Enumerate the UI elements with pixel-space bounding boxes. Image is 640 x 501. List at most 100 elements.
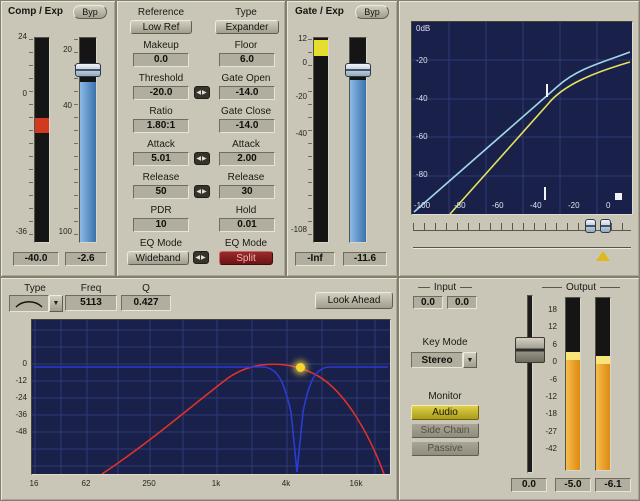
key-mode-dropdown[interactable]: Stereo ▼: [411, 352, 477, 368]
key-mode-label: Key Mode: [409, 337, 481, 348]
q-label: Q: [121, 283, 171, 294]
gate-close-label: Gate Close: [214, 106, 278, 117]
gate-scale-label: -108: [287, 225, 307, 234]
monitor-audio-button[interactable]: Audio: [411, 405, 479, 420]
output-meter-readout-right[interactable]: -6.1: [595, 478, 631, 492]
output-meter-readout-left[interactable]: -5.0: [555, 478, 591, 492]
comp-scale-label: 20: [52, 45, 72, 54]
filter-type-dropdown[interactable]: ▼: [9, 295, 63, 312]
freq-label: Freq: [65, 283, 117, 294]
gate-close-value[interactable]: -14.0: [219, 119, 275, 133]
input-value-left[interactable]: 0.0: [413, 296, 443, 309]
gate-readout-left[interactable]: -Inf: [295, 252, 335, 266]
pdr-value[interactable]: 10: [133, 218, 189, 232]
threshold-marker-top: [546, 84, 548, 97]
marker-slider-handle[interactable]: [596, 251, 610, 261]
eq-y-label: -24: [5, 393, 27, 402]
ratio-value[interactable]: 1.80:1: [133, 119, 189, 133]
reference-button[interactable]: Low Ref: [130, 20, 192, 34]
comp-scale-label: 0: [7, 89, 27, 98]
gate-release-value[interactable]: 30: [219, 185, 275, 199]
eq-y-label: -36: [5, 410, 27, 419]
range-slider-track: [413, 223, 631, 231]
comp-release-value[interactable]: 50: [133, 185, 189, 199]
comp-slider-handle[interactable]: [75, 63, 101, 77]
transfer-curve-panel: 0dB -20 -40 -60 -80 -100 -80 -60 -40 -20…: [398, 0, 640, 277]
chevron-down-icon[interactable]: ▼: [463, 352, 477, 368]
output-scale-label: 12: [539, 322, 557, 331]
key-mode-value: Stereo: [411, 352, 463, 368]
divider: [418, 287, 430, 288]
eq-mode-link-spinner-icon[interactable]: ◀▶: [193, 251, 209, 264]
transfer-y-label: -60: [416, 132, 428, 141]
transfer-y-label: -20: [416, 56, 428, 65]
output-fader-handle[interactable]: [515, 337, 545, 363]
input-label: Input: [434, 282, 456, 293]
level-marker-square: [615, 193, 622, 200]
output-fader-track: [527, 295, 533, 473]
makeup-value[interactable]: 0.0: [133, 53, 189, 67]
eq-mode-right-label: EQ Mode: [214, 238, 278, 249]
comp-attack-label: Attack: [129, 139, 193, 150]
comp-readout-left[interactable]: -40.0: [13, 252, 59, 266]
gate-panel-title: Gate / Exp: [295, 6, 344, 17]
gate-open-value[interactable]: -14.0: [219, 86, 275, 100]
eq-x-label: 62: [76, 479, 96, 488]
attack-link-spinner-icon[interactable]: ◀▶: [194, 152, 210, 165]
gate-slider-handle[interactable]: [345, 63, 371, 77]
divider: [600, 287, 620, 288]
comp-attack-value[interactable]: 5.01: [133, 152, 189, 166]
gate-attack-value[interactable]: 2.00: [219, 152, 275, 166]
output-scale-label: -27: [539, 427, 557, 436]
transfer-x-label: -20: [568, 201, 580, 210]
eq-curves-svg: [32, 320, 390, 474]
input-value-right[interactable]: 0.0: [447, 296, 477, 309]
eq-mode-split-button[interactable]: Split: [219, 251, 273, 265]
monitor-passive-button[interactable]: Passive: [411, 441, 479, 456]
comp-readout-right[interactable]: -2.6: [65, 252, 107, 266]
eq-x-label: 250: [136, 479, 162, 488]
floor-value[interactable]: 6.0: [219, 53, 275, 67]
comp-level-meter: [34, 37, 50, 243]
plugin-window: Comp / Exp Byp 24 0 -36 20 40 100 -40.0 …: [0, 0, 640, 501]
comp-release-label: Release: [129, 172, 193, 183]
output-meter-fill: [566, 360, 580, 470]
type-label: Type: [214, 7, 278, 18]
release-link-spinner-icon[interactable]: ◀▶: [194, 185, 210, 198]
eq-mode-wideband-button[interactable]: Wideband: [127, 251, 189, 265]
freq-value[interactable]: 5113: [65, 295, 117, 311]
range-slider-handle-right[interactable]: [600, 219, 611, 233]
divider: [460, 287, 472, 288]
threshold-value[interactable]: -20.0: [133, 86, 189, 100]
threshold-label: Threshold: [129, 73, 193, 84]
output-gain-readout[interactable]: 0.0: [511, 478, 547, 492]
eq-frequency-handle[interactable]: [296, 363, 305, 372]
eq-mode-left-label: EQ Mode: [129, 238, 193, 249]
chevron-down-icon[interactable]: ▼: [49, 295, 63, 312]
gate-scale-label: -20: [287, 92, 307, 101]
floor-label: Floor: [214, 40, 278, 51]
look-ahead-button[interactable]: Look Ahead: [315, 292, 393, 309]
type-button[interactable]: Expander: [215, 20, 279, 34]
input-group-header: Input: [405, 282, 485, 293]
marker-slider-track: [413, 247, 631, 249]
comp-scale-label: -36: [7, 227, 27, 236]
hold-label: Hold: [214, 205, 278, 216]
hold-value[interactable]: 0.01: [219, 218, 275, 232]
transfer-curve-svg: [412, 22, 632, 214]
transfer-x-label: -80: [454, 201, 466, 210]
comp-scale-label: 40: [52, 101, 72, 110]
q-value[interactable]: 0.427: [121, 295, 171, 311]
gate-readout-right[interactable]: -11.6: [343, 252, 387, 266]
gate-scale-label: 0: [287, 58, 307, 67]
monitor-side-chain-button[interactable]: Side Chain: [411, 423, 479, 438]
gate-meter-yellow-segment: [314, 40, 328, 56]
ratio-label: Ratio: [129, 106, 193, 117]
threshold-link-spinner-icon[interactable]: ◀▶: [194, 86, 210, 99]
comp-bypass-button[interactable]: Byp: [73, 5, 107, 19]
meter-ticks: [29, 39, 33, 241]
output-scale-label: -42: [539, 444, 557, 453]
range-slider-handle-left[interactable]: [585, 219, 596, 233]
dynamics-controls-panel: Reference Low Ref Type Expander Makeup 0…: [116, 0, 286, 277]
gate-bypass-button[interactable]: Byp: [355, 5, 389, 19]
